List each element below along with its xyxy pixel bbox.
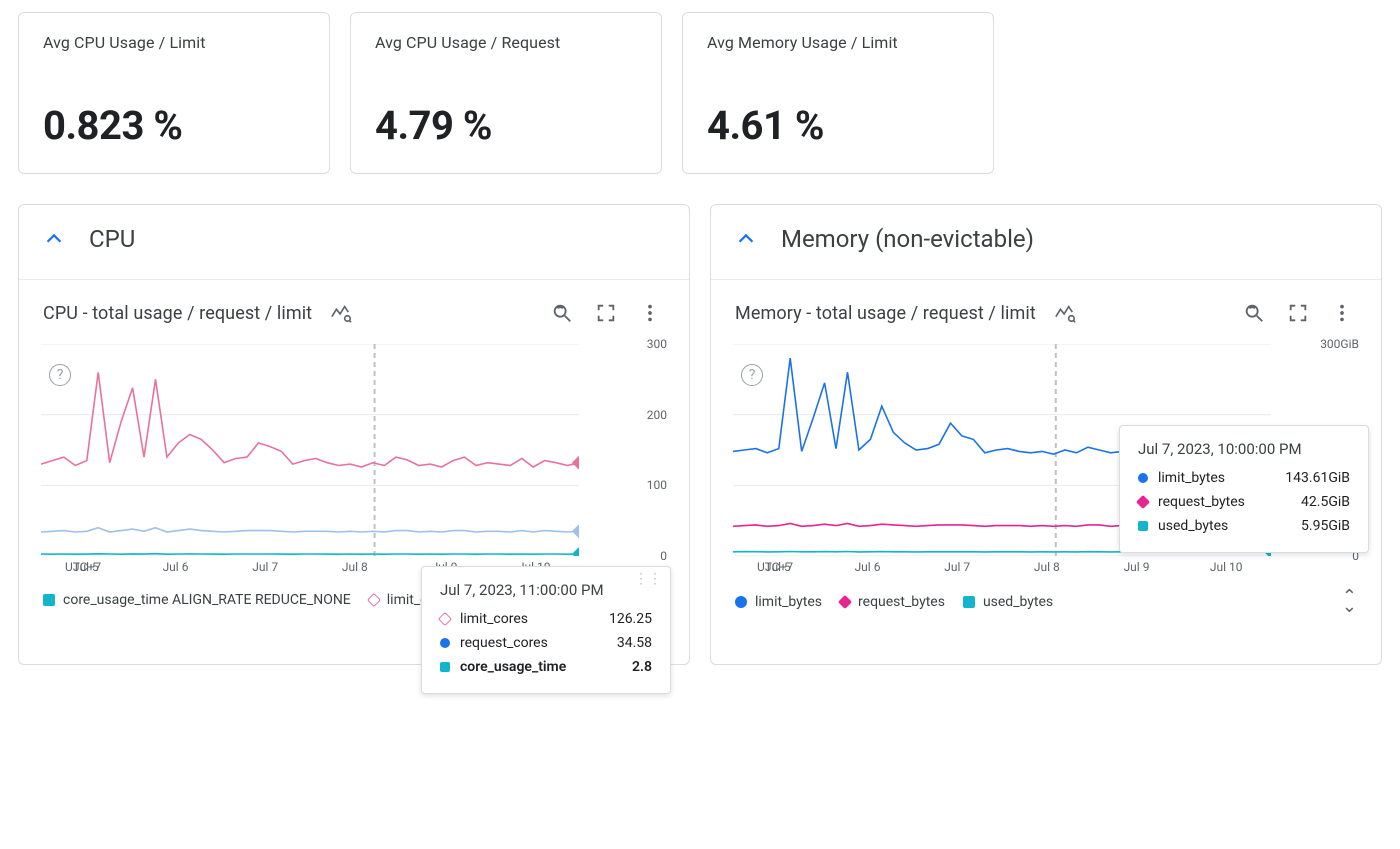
tooltip-value: 5.95GiB (1301, 518, 1350, 534)
chart-header: CPU - total usage / request / limit (19, 280, 689, 334)
stat-card-cpu-limit: Avg CPU Usage / Limit 0.823 % (18, 12, 330, 174)
legend: limit_bytes request_bytes used_bytes ⌃⌄ (711, 580, 1381, 630)
fullscreen-icon[interactable] (1283, 298, 1313, 328)
swatch-icon (1138, 473, 1148, 483)
tooltip-value: 126.25 (609, 611, 652, 627)
tooltip-label: request_bytes (1158, 494, 1245, 510)
stat-title: Avg CPU Usage / Limit (43, 33, 305, 52)
legend-item[interactable]: used_bytes (963, 594, 1053, 610)
swatch-icon (438, 612, 452, 626)
chart-title: Memory - total usage / request / limit (735, 303, 1036, 324)
more-icon[interactable] (1327, 298, 1357, 328)
swatch-icon (1136, 495, 1150, 509)
tooltip-value: 42.5GiB (1301, 494, 1350, 510)
tooltip-row: request_bytes 42.5GiB (1138, 490, 1350, 514)
stat-value: 0.823 % (43, 102, 305, 149)
swatch-icon (838, 595, 852, 609)
chevron-up-icon[interactable] (735, 228, 757, 250)
tooltip-value: 143.61GiB (1285, 470, 1350, 486)
legend-label: request_bytes (858, 594, 945, 610)
tooltip-row: request_cores 34.58 (440, 631, 652, 655)
tooltip-value: 2.8 (632, 659, 652, 675)
tooltip-memory: Jul 7, 2023, 10:00:00 PM limit_bytes 143… (1119, 425, 1369, 553)
tooltip-label: request_cores (460, 635, 548, 651)
legend-item[interactable]: core_usage_time ALIGN_RATE REDUCE_NONE (43, 592, 351, 608)
tooltip-cpu: ⋮⋮ Jul 7, 2023, 11:00:00 PM limit_cores … (421, 566, 671, 694)
stat-title: Avg CPU Usage / Request (375, 33, 637, 52)
tooltip-time: Jul 7, 2023, 10:00:00 PM (1138, 440, 1350, 458)
tooltip-label: used_bytes (1158, 518, 1228, 534)
tooltip-label: limit_cores (460, 611, 528, 627)
swatch-icon (1138, 521, 1148, 531)
panel-header: CPU (19, 205, 689, 263)
drag-handle-icon[interactable]: ⋮⋮ (634, 575, 662, 583)
tooltip-value: 34.58 (617, 635, 652, 651)
sort-arrows-icon[interactable]: ⌃⌄ (1342, 592, 1357, 612)
tooltip-row: used_bytes 5.95GiB (1138, 514, 1350, 538)
swatch-icon (963, 596, 975, 608)
stat-card-cpu-request: Avg CPU Usage / Request 4.79 % (350, 12, 662, 174)
legend-label: core_usage_time ALIGN_RATE REDUCE_NONE (63, 592, 351, 608)
legend-item[interactable]: request_bytes (840, 594, 945, 610)
more-icon[interactable] (635, 298, 665, 328)
tooltip-label: core_usage_time (460, 659, 566, 675)
legend-item[interactable]: limit_bytes (735, 594, 822, 610)
panel-header: Memory (non-evictable) (711, 205, 1381, 263)
chart-title: CPU - total usage / request / limit (43, 303, 312, 324)
chevron-up-icon[interactable] (43, 228, 65, 250)
swatch-icon (735, 596, 747, 608)
panel-title: CPU (89, 225, 135, 253)
stat-card-memory-limit: Avg Memory Usage / Limit 4.61 % (682, 12, 994, 174)
swatch-icon (440, 638, 450, 648)
chart-panels-row: CPU CPU - total usage / request / limit … (18, 174, 1382, 665)
tooltip-row: limit_bytes 143.61GiB (1138, 466, 1350, 490)
plot-area[interactable]: ? 0100200300UTC+7Jul 5Jul 6Jul 7Jul 8Jul… (19, 334, 689, 580)
legend-label: used_bytes (983, 594, 1053, 610)
explorer-icon[interactable] (1050, 298, 1080, 328)
panel-cpu: CPU CPU - total usage / request / limit … (18, 204, 690, 665)
panel-memory: Memory (non-evictable) Memory - total us… (710, 204, 1382, 665)
tooltip-row: core_usage_time 2.8 (440, 655, 652, 679)
legend-label: limit_bytes (755, 594, 822, 610)
stat-value: 4.79 % (375, 102, 637, 149)
fullscreen-icon[interactable] (591, 298, 621, 328)
explorer-icon[interactable] (326, 298, 356, 328)
stat-cards-row: Avg CPU Usage / Limit 0.823 % Avg CPU Us… (18, 12, 1382, 174)
refresh-zoom-icon[interactable] (1239, 298, 1269, 328)
swatch-icon (367, 593, 381, 607)
chart-header: Memory - total usage / request / limit (711, 280, 1381, 334)
tooltip-time: Jul 7, 2023, 11:00:00 PM (440, 581, 652, 599)
swatch-icon (440, 662, 450, 672)
refresh-zoom-icon[interactable] (547, 298, 577, 328)
swatch-icon (43, 594, 55, 606)
stat-title: Avg Memory Usage / Limit (707, 33, 969, 52)
tooltip-label: limit_bytes (1158, 470, 1225, 486)
panel-title: Memory (non-evictable) (781, 225, 1034, 253)
stat-value: 4.61 % (707, 102, 969, 149)
tooltip-row: limit_cores 126.25 (440, 607, 652, 631)
